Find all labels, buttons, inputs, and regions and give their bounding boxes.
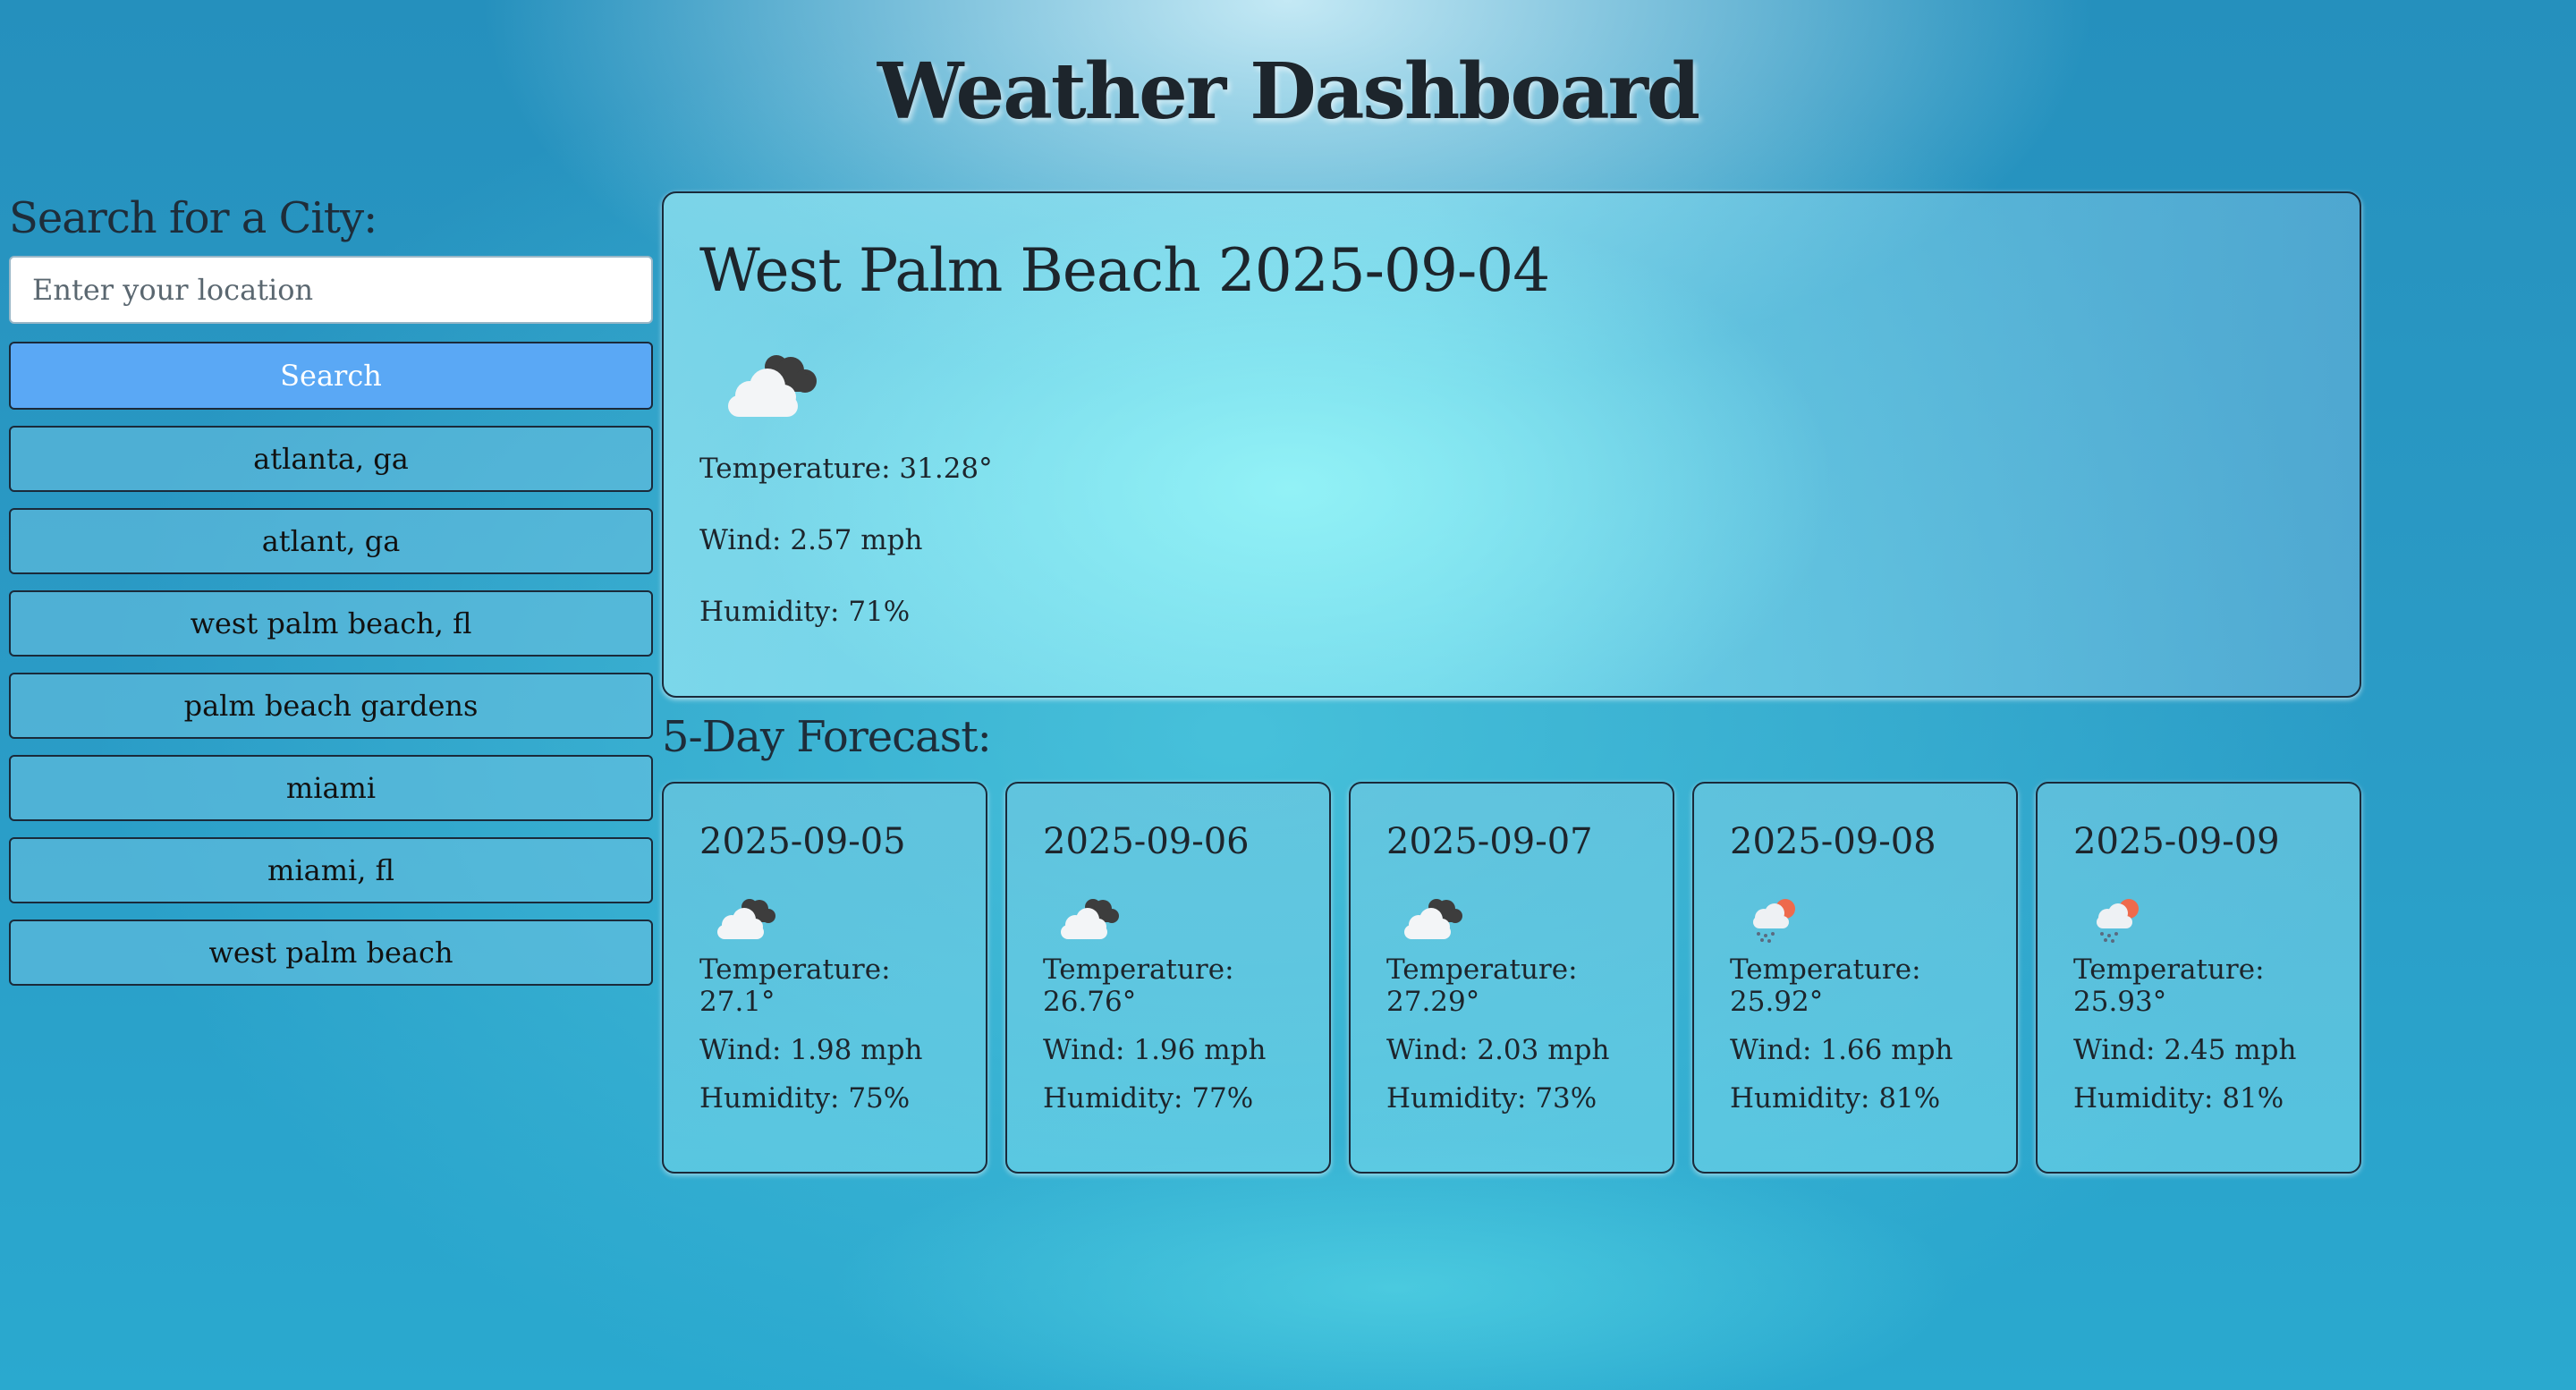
current-humidity: Humidity: 71%	[699, 596, 911, 628]
history-item[interactable]: atlant, ga	[9, 508, 653, 574]
forecast-humidity: Humidity: 75%	[699, 1082, 911, 1115]
rain-sun-icon	[1753, 899, 1795, 943]
forecast-temperature: Temperature: 25.92°	[1730, 954, 1921, 1018]
overcast-clouds-icon	[717, 899, 775, 939]
forecast-humidity: Humidity: 77%	[1043, 1082, 1254, 1115]
rain-sun-icon	[2097, 899, 2139, 943]
overcast-clouds-icon	[728, 355, 817, 417]
forecast-temperature: Temperature: 27.29°	[1386, 954, 1578, 1018]
history-item[interactable]: atlanta, ga	[9, 426, 653, 492]
forecast-temperature: Temperature: 25.93°	[2073, 954, 2265, 1018]
forecast-date: 2025-09-07	[1386, 821, 1593, 862]
forecast-date: 2025-09-08	[1730, 821, 1936, 862]
forecast-row: 2025-09-05 Temperature: 27.1° Wind: 1.98…	[662, 782, 2361, 1175]
current-temperature: Temperature: 31.28°	[699, 453, 993, 485]
forecast-card: 2025-09-09 Temperature: 25.93° Wind: 2.4…	[2036, 782, 2361, 1174]
forecast-humidity: Humidity: 81%	[1730, 1082, 1941, 1115]
history-item[interactable]: miami	[9, 755, 653, 821]
search-heading: Search for a City:	[9, 193, 377, 243]
forecast-card: 2025-09-06 Temperature: 26.76° Wind: 1.9…	[1005, 782, 1331, 1174]
forecast-date: 2025-09-09	[2073, 821, 2280, 862]
history-item[interactable]: west palm beach	[9, 920, 653, 986]
overcast-clouds-icon	[1404, 899, 1462, 939]
current-wind: Wind: 2.57 mph	[699, 524, 923, 556]
forecast-wind: Wind: 2.45 mph	[2073, 1034, 2297, 1066]
current-weather-card: West Palm Beach 2025-09-04 Temperature: …	[662, 191, 2361, 698]
forecast-heading: 5-Day Forecast:	[662, 712, 992, 762]
search-input[interactable]	[9, 256, 653, 324]
forecast-humidity: Humidity: 81%	[2073, 1082, 2284, 1115]
forecast-date: 2025-09-05	[699, 821, 906, 862]
forecast-card: 2025-09-07 Temperature: 27.29° Wind: 2.0…	[1349, 782, 1674, 1174]
forecast-wind: Wind: 1.98 mph	[699, 1034, 923, 1066]
forecast-humidity: Humidity: 73%	[1386, 1082, 1597, 1115]
forecast-temperature: Temperature: 27.1°	[699, 954, 891, 1018]
forecast-card: 2025-09-08 Temperature: 25.92° Wind: 1.6…	[1692, 782, 2018, 1174]
current-city-title: West Palm Beach 2025-09-04	[699, 236, 1550, 305]
forecast-date: 2025-09-06	[1043, 821, 1250, 862]
history-item[interactable]: palm beach gardens	[9, 673, 653, 739]
forecast-card: 2025-09-05 Temperature: 27.1° Wind: 1.98…	[662, 782, 987, 1174]
forecast-wind: Wind: 1.66 mph	[1730, 1034, 1953, 1066]
history-item[interactable]: west palm beach, fl	[9, 590, 653, 657]
sidebar: Search for a City: Search atlanta, ga at…	[9, 190, 653, 986]
history-item[interactable]: miami, fl	[9, 837, 653, 903]
forecast-wind: Wind: 1.96 mph	[1043, 1034, 1267, 1066]
page-title: Weather Dashboard	[877, 47, 1700, 137]
overcast-clouds-icon	[1061, 899, 1119, 939]
forecast-temperature: Temperature: 26.76°	[1043, 954, 1234, 1018]
search-button[interactable]: Search	[9, 342, 653, 410]
forecast-wind: Wind: 2.03 mph	[1386, 1034, 1610, 1066]
